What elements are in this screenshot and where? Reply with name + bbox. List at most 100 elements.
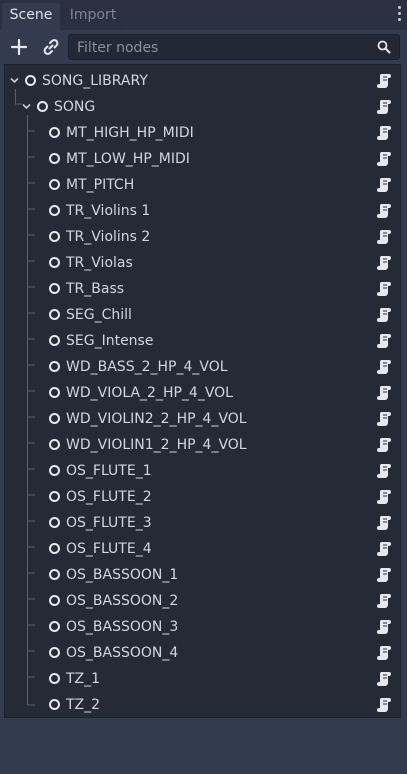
node-circle-icon [49,387,60,398]
filter-nodes-input[interactable] [75,35,374,61]
tree-node-child[interactable]: TR_Violins 2 [5,224,400,250]
script-icon[interactable] [377,333,391,349]
script-icon[interactable] [377,671,391,687]
tree-node-label: OS_BASSOON_2 [66,593,179,609]
node-circle-icon [49,595,60,606]
node-circle-icon [49,205,60,216]
tree-node-label: TR_Violas [66,255,133,271]
script-icon[interactable] [377,125,391,141]
script-icon[interactable] [377,645,391,661]
tree-node-child[interactable]: WD_VIOLIN2_2_HP_4_VOL [5,406,400,432]
node-circle-icon [49,647,60,658]
script-icon[interactable] [377,307,391,323]
script-icon[interactable] [377,515,391,531]
script-icon[interactable] [377,385,391,401]
node-circle-icon [49,621,60,632]
tree-node-child[interactable]: MT_HIGH_HP_MIDI [5,120,400,146]
script-icon[interactable] [377,99,391,115]
tree-node-child[interactable]: OS_FLUTE_2 [5,484,400,510]
tree-node-child[interactable]: TR_Bass [5,276,400,302]
scene-tree[interactable]: SONG_LIBRARY SONG MT_HIGH_HP_MIDI MT_LOW_… [4,64,401,718]
tree-node-child[interactable]: OS_BASSOON_4 [5,640,400,666]
tree-node-child[interactable]: OS_BASSOON_3 [5,614,400,640]
tree-node-label: WD_VIOLIN2_2_HP_4_VOL [66,411,247,427]
node-circle-icon [49,439,60,450]
node-circle-icon [49,179,60,190]
node-circle-icon [49,257,60,268]
script-icon[interactable] [377,437,391,453]
tree-node-child[interactable]: TR_Violins 1 [5,198,400,224]
tree-node-root[interactable]: SONG_LIBRARY [5,68,400,94]
more-options-icon[interactable] [397,6,403,24]
node-circle-icon [49,153,60,164]
script-icon[interactable] [377,411,391,427]
tree-node-label: OS_FLUTE_1 [66,463,152,479]
tree-node-label: TR_Bass [66,281,125,297]
tree-node-label: MT_HIGH_HP_MIDI [66,125,194,141]
tree-node-child[interactable]: SEG_Intense [5,328,400,354]
tab-bar: Scene Import [0,0,407,30]
tree-node-label: TR_Violins 1 [66,203,151,219]
script-icon[interactable] [377,619,391,635]
tree-node-child[interactable]: TR_Violas [5,250,400,276]
tree-node-child[interactable]: TZ_1 [5,666,400,692]
tree-node-label: TR_Violins 2 [66,229,151,245]
tree-node-label: MT_PITCH [66,177,135,193]
script-icon[interactable] [377,593,391,609]
script-icon[interactable] [377,359,391,375]
tree-node-label: MT_LOW_HP_MIDI [66,151,190,167]
tree-node-song[interactable]: SONG [5,94,400,120]
tree-node-label: OS_FLUTE_2 [66,489,152,505]
tab-import[interactable]: Import [62,3,124,30]
tree-node-child[interactable]: MT_PITCH [5,172,400,198]
tree-node-child[interactable]: OS_BASSOON_2 [5,588,400,614]
chevron-down-icon[interactable] [10,76,19,85]
tree-node-label: OS_BASSOON_4 [66,645,179,661]
tree-node-child[interactable]: TZ_2 [5,692,400,718]
script-icon[interactable] [377,489,391,505]
script-icon[interactable] [377,255,391,271]
node-circle-icon [49,673,60,684]
script-icon[interactable] [377,177,391,193]
node-circle-icon [49,699,60,710]
script-icon[interactable] [377,541,391,557]
tree-node-child[interactable]: WD_VIOLIN1_2_HP_4_VOL [5,432,400,458]
tree-node-label: SEG_Chill [66,307,132,323]
tree-node-child[interactable]: SEG_Chill [5,302,400,328]
plus-icon [10,38,28,56]
instance-scene-button[interactable] [39,35,63,59]
script-icon[interactable] [377,697,391,713]
tree-node-label: SONG_LIBRARY [42,73,148,89]
search-icon[interactable] [377,40,391,54]
script-icon[interactable] [377,73,391,89]
script-icon[interactable] [377,567,391,583]
node-circle-icon [49,569,60,580]
node-circle-icon [49,361,60,372]
node-circle-icon [49,283,60,294]
node-circle-icon [49,231,60,242]
script-icon[interactable] [377,203,391,219]
filter-nodes-field[interactable] [68,34,400,61]
script-icon[interactable] [377,281,391,297]
node-circle-icon [49,491,60,502]
script-icon[interactable] [377,229,391,245]
add-node-button[interactable] [7,35,31,59]
tree-node-child[interactable]: OS_FLUTE_4 [5,536,400,562]
node-circle-icon [49,517,60,528]
tab-scene[interactable]: Scene [2,3,60,30]
tree-node-label: SONG [54,99,96,115]
script-icon[interactable] [377,463,391,479]
tree-node-child[interactable]: OS_BASSOON_1 [5,562,400,588]
tree-node-child[interactable]: OS_FLUTE_1 [5,458,400,484]
tree-node-child[interactable]: MT_LOW_HP_MIDI [5,146,400,172]
chevron-down-icon[interactable] [22,102,31,111]
tree-node-label: TZ_1 [66,671,101,687]
tree-node-child[interactable]: WD_BASS_2_HP_4_VOL [5,354,400,380]
tree-node-label: WD_BASS_2_HP_4_VOL [66,359,228,375]
tree-node-child[interactable]: OS_FLUTE_3 [5,510,400,536]
script-icon[interactable] [377,151,391,167]
tree-node-label: SEG_Intense [66,333,154,349]
tree-node-label: WD_VIOLIN1_2_HP_4_VOL [66,437,247,453]
tree-node-child[interactable]: WD_VIOLA_2_HP_4_VOL [5,380,400,406]
node-circle-icon [25,75,36,86]
